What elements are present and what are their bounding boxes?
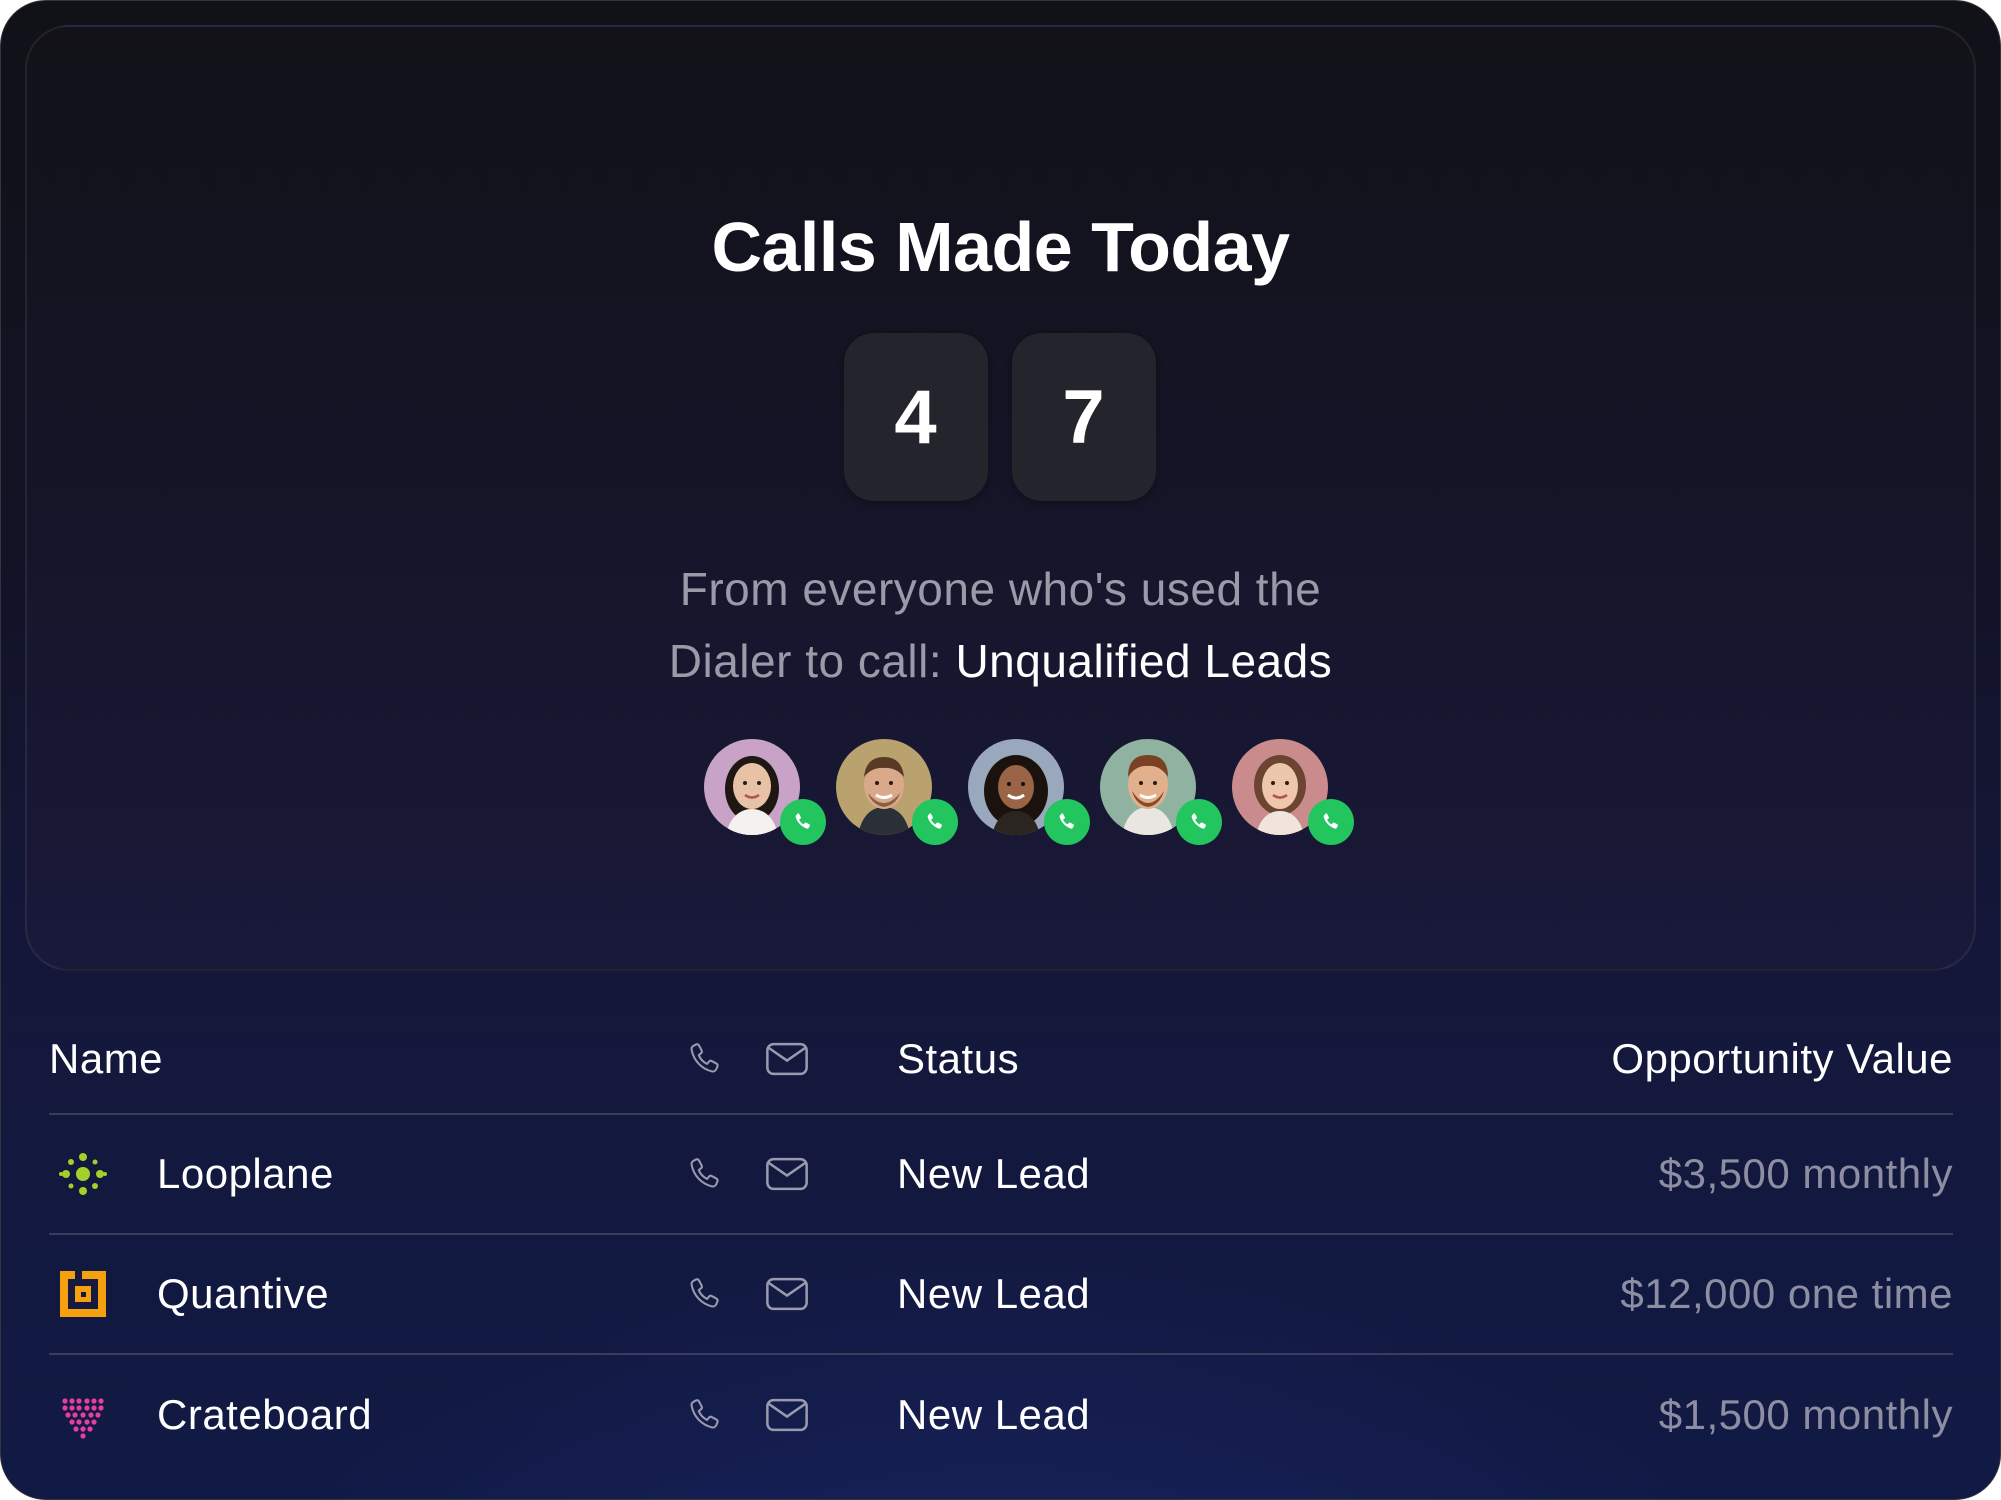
- lead-name[interactable]: Looplane: [157, 1150, 334, 1198]
- column-header-status[interactable]: Status: [897, 1035, 1019, 1083]
- email-icon[interactable]: [765, 1276, 809, 1312]
- list-name-link[interactable]: Unqualified Leads: [955, 635, 1332, 687]
- subtitle-prefix: Dialer to call:: [668, 635, 956, 687]
- lead-status: New Lead: [897, 1391, 1091, 1438]
- column-header-opportunity-value[interactable]: Opportunity Value: [1611, 1035, 1953, 1083]
- lead-name[interactable]: Crateboard: [157, 1391, 372, 1439]
- phone-badge-icon: [1175, 799, 1222, 845]
- subtitle-line: From everyone who's used the: [679, 563, 1322, 615]
- avatar[interactable]: [703, 739, 826, 845]
- table-row[interactable]: Quantive New Lead $12,000 one time: [49, 1235, 1953, 1355]
- avatar[interactable]: [835, 739, 958, 845]
- avatar[interactable]: [1231, 739, 1354, 845]
- email-icon[interactable]: [765, 1156, 809, 1192]
- table-row[interactable]: Crateboard New Lead $1,500 monthly: [49, 1355, 1953, 1475]
- crateboard-logo-icon: [57, 1389, 109, 1441]
- calls-summary-card: Calls Made Today 4 7 From everyone who's…: [25, 25, 1976, 971]
- phone-badge-icon: [779, 799, 826, 845]
- column-header-name[interactable]: Name: [49, 1035, 163, 1083]
- avatar[interactable]: [967, 739, 1090, 845]
- lead-status: New Lead: [897, 1150, 1091, 1197]
- phone-icon: [685, 1038, 723, 1080]
- lead-status: New Lead: [897, 1270, 1091, 1317]
- mail-icon: [765, 1041, 809, 1077]
- email-icon[interactable]: [765, 1397, 809, 1433]
- leads-table: Name Status Opportunity Value Looplane N…: [49, 1005, 1953, 1475]
- count-digit: 4: [843, 333, 988, 501]
- app-window: Calls Made Today 4 7 From everyone who's…: [0, 0, 2001, 1500]
- opportunity-value: $12,000 one time: [1620, 1270, 1953, 1317]
- lead-name[interactable]: Quantive: [157, 1270, 329, 1318]
- subtitle-line: Dialer to call: Unqualified Leads: [27, 625, 1974, 697]
- call-icon[interactable]: [685, 1273, 723, 1315]
- opportunity-value: $3,500 monthly: [1658, 1150, 1953, 1197]
- count-digit: 7: [1011, 333, 1156, 501]
- caller-avatars: [27, 739, 1974, 845]
- phone-badge-icon: [1307, 799, 1354, 845]
- opportunity-value: $1,500 monthly: [1658, 1391, 1953, 1438]
- avatar[interactable]: [1099, 739, 1222, 845]
- phone-badge-icon: [911, 799, 958, 845]
- call-icon[interactable]: [685, 1394, 723, 1436]
- looplane-logo-icon: [57, 1148, 109, 1200]
- call-count: 4 7: [27, 333, 1974, 501]
- phone-badge-icon: [1043, 799, 1090, 845]
- table-header: Name Status Opportunity Value: [49, 1005, 1953, 1115]
- card-title: Calls Made Today: [711, 208, 1290, 286]
- card-subtitle: From everyone who's used the Dialer to c…: [27, 553, 1974, 697]
- table-row[interactable]: Looplane New Lead $3,500 monthly: [49, 1115, 1953, 1235]
- call-icon[interactable]: [685, 1153, 723, 1195]
- quantive-logo-icon: [57, 1268, 109, 1320]
